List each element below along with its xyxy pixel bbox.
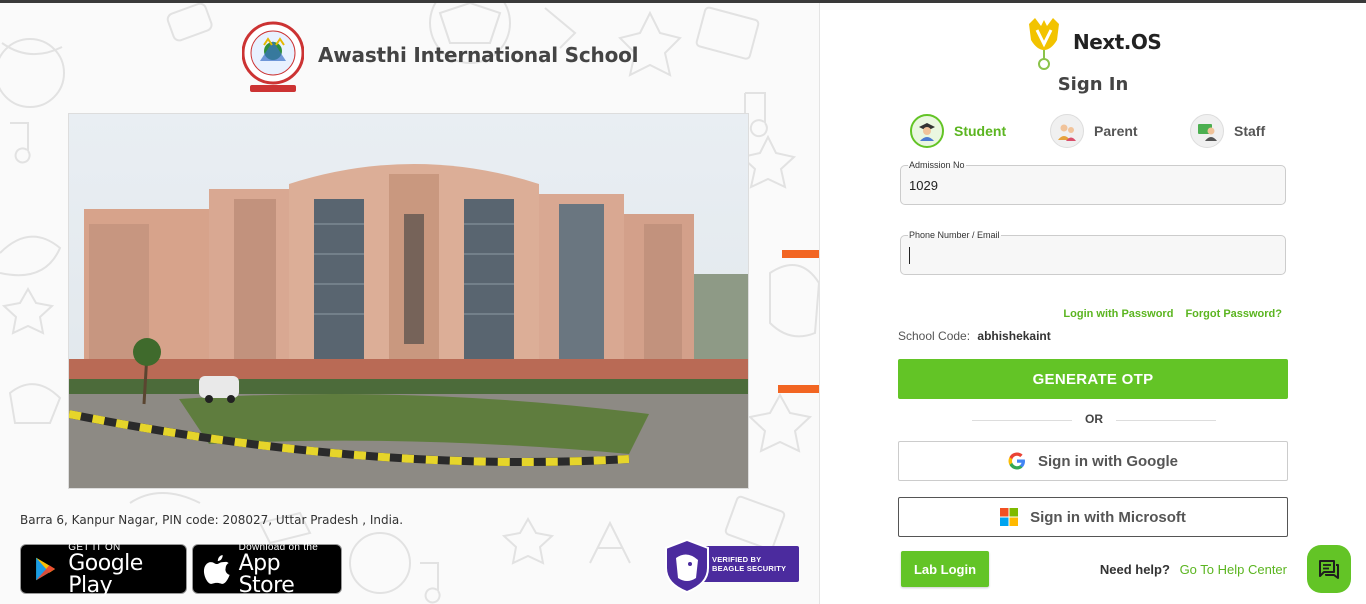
role-parent[interactable]: Parent (1050, 114, 1190, 148)
school-panel: Awasthi International School Barra 6, Ka… (0, 3, 819, 604)
google-play-button[interactable]: GET IT ON Google Play (20, 542, 187, 598)
google-icon (1008, 452, 1026, 470)
badge-line-2: BEAGLE SECURITY (712, 564, 787, 573)
badge-line-1: VERIFIED BY (712, 555, 762, 564)
school-logo (242, 21, 304, 92)
text-cursor (909, 247, 910, 264)
beagle-security-badge[interactable]: VERIFIED BY BEAGLE SECURITY (662, 538, 799, 594)
student-avatar-icon (910, 114, 944, 148)
school-header: Awasthi International School (242, 17, 639, 93)
school-address: Barra 6, Kanpur Nagar, PIN code: 208027,… (20, 513, 404, 527)
role-label: Staff (1234, 123, 1266, 139)
play-store-icon (36, 557, 56, 581)
nextos-logo (1029, 18, 1059, 70)
phone-email-input[interactable] (909, 248, 1269, 263)
role-student[interactable]: Student (910, 114, 1050, 148)
phone-email-label: Phone Number / Email (908, 230, 1001, 240)
google-sign-in-label: Sign in with Google (1038, 452, 1178, 470)
brand: Next.OS (1027, 18, 1162, 72)
app-store-button[interactable]: Download on the App Store (192, 542, 342, 598)
campus-photo (68, 113, 749, 489)
sign-in-panel: Next.OS Sign In Student Parent Staff Adm… (820, 3, 1366, 604)
microsoft-sign-in-button[interactable]: Sign in with Microsoft (898, 497, 1288, 537)
lab-login-button[interactable]: Lab Login (901, 551, 989, 587)
role-staff[interactable]: Staff (1190, 114, 1265, 148)
school-code-label: School Code: (898, 329, 971, 343)
microsoft-sign-in-label: Sign in with Microsoft (1030, 508, 1186, 526)
school-code: School Code: abhishekaint (898, 329, 1051, 343)
google-play-label: Google Play (68, 550, 143, 598)
role-selector: Student Parent Staff (910, 114, 1265, 148)
parent-avatar-icon (1050, 114, 1084, 148)
or-text: OR (1085, 412, 1103, 426)
school-code-value: abhishekaint (977, 329, 1051, 343)
phone-email-field[interactable]: Phone Number / Email (900, 230, 1286, 275)
microsoft-icon (1000, 508, 1019, 526)
badge-text: VERIFIED BY BEAGLE SECURITY (712, 555, 786, 573)
role-label: Student (954, 123, 1007, 139)
forgot-password-link[interactable]: Forgot Password? (1185, 308, 1282, 320)
shield-icon (665, 538, 709, 594)
apple-icon (203, 555, 230, 584)
chat-icon (1319, 560, 1339, 579)
admission-field[interactable]: Admission No (900, 160, 1286, 205)
chat-button[interactable] (1307, 545, 1351, 593)
auth-links: Login with Password Forgot Password? (1051, 308, 1282, 320)
help-center-link[interactable]: Go To Help Center (1180, 562, 1287, 577)
google-sign-in-button[interactable]: Sign in with Google (898, 441, 1288, 481)
admission-label: Admission No (908, 160, 966, 170)
school-name: Awasthi International School (318, 43, 639, 67)
brand-name: Next.OS (1073, 30, 1162, 54)
login-with-password-link[interactable]: Login with Password (1063, 308, 1173, 320)
admission-input[interactable] (909, 178, 1269, 193)
role-label: Parent (1094, 123, 1138, 139)
generate-otp-button[interactable]: GENERATE OTP (898, 359, 1288, 399)
need-help-text: Need help? (1099, 562, 1170, 577)
app-store-label: App Store (238, 550, 295, 598)
help-section: Need help? Go To Help Center (1100, 562, 1287, 577)
or-divider: OR (972, 412, 1216, 430)
staff-avatar-icon (1190, 114, 1224, 148)
sign-in-title: Sign In (1057, 74, 1129, 95)
